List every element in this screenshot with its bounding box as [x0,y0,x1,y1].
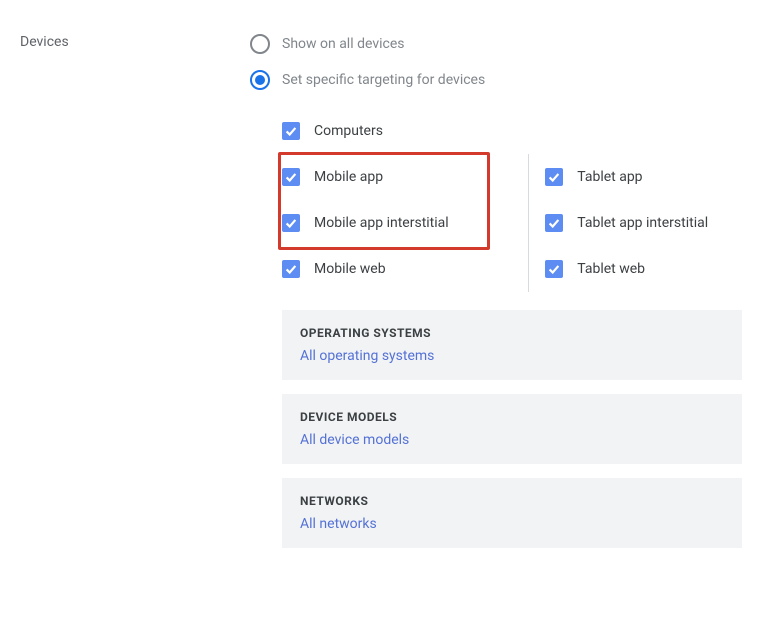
checkmark-icon [545,214,563,232]
checkmark-icon [282,214,300,232]
device-models-title: DEVICE MODELS [300,410,724,424]
radio-specific-targeting[interactable]: Set specific targeting for devices [250,64,768,96]
checkbox-tablet-app-interstitial[interactable]: Tablet app interstitial [545,200,762,246]
checkbox-mobile-app-label: Mobile app [314,169,383,185]
checkmark-icon [282,168,300,186]
checkbox-mobile-app-interstitial[interactable]: Mobile app interstitial [282,200,528,246]
operating-systems-value: All operating systems [300,348,724,364]
checkmark-icon [545,260,563,278]
radio-specific-label: Set specific targeting for devices [282,72,485,88]
checkbox-mobile-web-label: Mobile web [314,261,386,277]
device-models-value: All device models [300,432,724,448]
checkmark-icon [282,122,300,140]
checkbox-computers[interactable]: Computers [282,108,762,154]
checkbox-tablet-app[interactable]: Tablet app [545,154,762,200]
section-title: Devices [0,28,250,50]
column-divider [528,154,529,292]
checkmark-icon [282,260,300,278]
checkbox-tablet-web-label: Tablet web [577,261,645,277]
checkbox-tablet-app-label: Tablet app [577,169,642,185]
checkbox-computers-label: Computers [314,123,383,139]
radio-checked-icon [250,70,270,90]
operating-systems-title: OPERATING SYSTEMS [300,326,724,340]
operating-systems-card[interactable]: OPERATING SYSTEMS All operating systems [282,310,742,380]
checkbox-tablet-web[interactable]: Tablet web [545,246,762,292]
checkbox-mobile-app-interstitial-label: Mobile app interstitial [314,215,449,231]
devices-content: Show on all devices Set specific targeti… [250,28,768,562]
networks-title: NETWORKS [300,494,724,508]
radio-show-all-label: Show on all devices [282,36,404,52]
checkbox-mobile-web[interactable]: Mobile web [282,246,528,292]
radio-unchecked-icon [250,34,270,54]
radio-show-all[interactable]: Show on all devices [250,28,768,60]
checkmark-icon [545,168,563,186]
networks-value: All networks [300,516,724,532]
networks-card[interactable]: NETWORKS All networks [282,478,742,548]
checkbox-tablet-app-interstitial-label: Tablet app interstitial [577,215,708,231]
checkbox-mobile-app[interactable]: Mobile app [282,154,528,200]
device-models-card[interactable]: DEVICE MODELS All device models [282,394,742,464]
